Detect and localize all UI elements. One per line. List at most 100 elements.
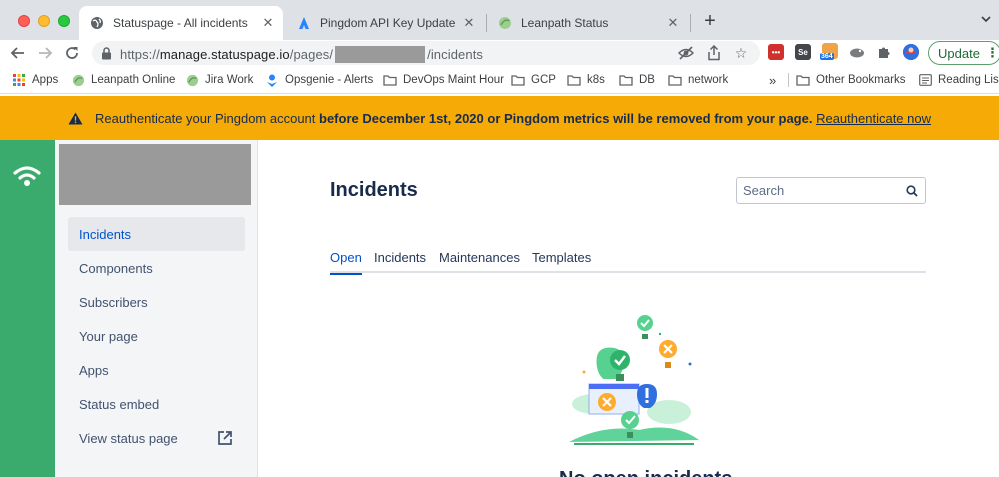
close-tab-icon[interactable]: ✕ (664, 14, 682, 32)
tab-templates[interactable]: Templates (532, 250, 591, 273)
bookmark-label: Jira Work (205, 74, 254, 86)
page-title: Incidents (330, 179, 418, 201)
leanpath-icon (71, 73, 85, 87)
lastpass-extension-icon[interactable]: ••• (768, 44, 784, 60)
close-tab-icon[interactable]: ✕ (460, 14, 478, 32)
tab-title: Pingdom API Key Update (320, 16, 456, 30)
statuspage-logo-icon[interactable] (13, 165, 41, 192)
search-icon[interactable] (906, 184, 918, 202)
tab-title: Leanpath Status (521, 16, 609, 30)
main-content: Incidents Open Incidents Maintenances Te… (259, 140, 999, 477)
bookmark-label: k8s (587, 74, 605, 86)
bookmarks-overflow-button[interactable]: » (769, 72, 776, 88)
bookmark-label: Opsgenie - Alerts (285, 74, 374, 86)
browser-toolbar: https://manage.statuspage.io/pages//inci… (0, 40, 999, 66)
lock-icon[interactable] (101, 47, 112, 65)
folder-icon (567, 73, 581, 87)
folder-icon (619, 73, 633, 87)
tab-search-chevron-icon[interactable] (980, 13, 992, 28)
browser-tab-statuspage[interactable]: Statuspage - All incidents ✕ (79, 6, 283, 40)
sidebar-item-your-page[interactable]: Your page (68, 319, 245, 353)
mascot-extension-icon[interactable] (849, 44, 865, 60)
tab-open[interactable]: Open (330, 250, 362, 275)
selenium-extension-icon[interactable]: Se (795, 44, 811, 60)
banner-text: Reauthenticate your Pingdom account (94, 110, 320, 126)
sidebar-item-label: Components (79, 260, 153, 276)
window-zoom-button[interactable] (58, 15, 70, 27)
sidebar-item-status-embed[interactable]: Status embed (68, 387, 245, 421)
search-box[interactable] (736, 177, 926, 204)
folder-icon (668, 73, 682, 87)
bookmark-star-icon[interactable]: ☆ (733, 45, 749, 61)
reading-list-icon (918, 73, 932, 87)
share-icon[interactable] (706, 45, 722, 61)
redacted-page-id (335, 46, 426, 63)
sidebar-item-label: View status page (79, 430, 178, 446)
redacted-page-logo[interactable] (59, 144, 251, 205)
folder-icon (383, 73, 397, 87)
bookmark-label: GCP (531, 74, 556, 86)
bookmark-opsgenie-alerts[interactable]: Opsgenie - Alerts (265, 72, 373, 88)
back-button[interactable] (8, 42, 28, 64)
reauthenticate-now-link[interactable]: Reauthenticate now (816, 111, 931, 126)
folder-icon (796, 73, 810, 87)
tab-title: Statuspage - All incidents (113, 16, 248, 30)
bookmark-gcp[interactable]: GCP (511, 72, 556, 88)
tab-maintenances[interactable]: Maintenances (439, 250, 520, 273)
folder-icon (511, 73, 525, 87)
close-tab-icon[interactable]: ✕ (259, 14, 277, 32)
sidebar-item-apps[interactable]: Apps (68, 353, 245, 387)
address-bar[interactable]: https://manage.statuspage.io/pages//inci… (92, 41, 760, 65)
app-left-rail (0, 140, 55, 477)
balloons-illustration (569, 315, 699, 445)
extension-badge: 364 (820, 53, 834, 60)
reload-button[interactable] (62, 42, 82, 64)
eye-off-icon[interactable] (678, 45, 694, 61)
update-label: Update (938, 45, 980, 61)
feed-extension-icon[interactable]: 364 (820, 43, 838, 60)
window-close-button[interactable] (18, 15, 30, 27)
bookmark-jira-work[interactable]: Jira Work (185, 72, 253, 88)
bookmark-label: Other Bookmarks (816, 74, 906, 86)
sidebar-item-label: Apps (79, 362, 109, 378)
banner-deadline-text: before December 1st, 2020 or Pingdom met… (319, 110, 813, 126)
new-tab-button[interactable]: + (700, 11, 720, 31)
reading-list-button[interactable]: Reading List (918, 72, 999, 88)
bookmark-k8s[interactable]: k8s (567, 72, 605, 88)
empty-state-title: No open incidents (559, 468, 732, 477)
bookmark-label: Apps (32, 74, 59, 86)
bookmark-leanpath-online[interactable]: Leanpath Online (71, 72, 175, 88)
bookmark-label: DevOps Maint Hour (403, 74, 504, 86)
leanpath-icon (185, 73, 199, 87)
bookmark-other-bookmarks[interactable]: Other Bookmarks (796, 72, 905, 88)
tab-separator (690, 14, 691, 32)
sidebar: Incidents Components Subscribers Your pa… (55, 140, 258, 477)
extensions-puzzle-icon[interactable] (876, 44, 892, 60)
bookmark-network[interactable]: network (668, 72, 728, 88)
browser-tab-leanpath[interactable]: Leanpath Status ✕ (487, 6, 688, 40)
opsgenie-icon (265, 73, 279, 87)
update-browser-button[interactable]: Update ⋮ (928, 41, 999, 65)
sidebar-item-label: Your page (79, 328, 138, 344)
search-input[interactable] (737, 178, 902, 203)
sidebar-item-subscribers[interactable]: Subscribers (68, 285, 245, 319)
bookmark-apps[interactable]: Apps (12, 72, 58, 88)
bookmark-db[interactable]: DB (619, 72, 655, 88)
browser-tab-pingdom[interactable]: Pingdom API Key Update ✕ (286, 6, 484, 40)
window-minimize-button[interactable] (38, 15, 50, 27)
tab-incidents[interactable]: Incidents (374, 250, 426, 273)
bookmark-devops-maint-hour[interactable]: DevOps Maint Hour (383, 72, 504, 88)
sidebar-item-incidents[interactable]: Incidents (68, 217, 245, 251)
forward-button[interactable] (35, 42, 55, 64)
sidebar-item-view-status-page[interactable]: View status page (68, 421, 245, 455)
globe-icon (89, 15, 105, 31)
sidebar-item-label: Incidents (79, 226, 132, 242)
bookmarks-separator (788, 73, 789, 87)
reauth-warning-banner: Reauthenticate your Pingdom account befo… (0, 96, 999, 140)
incident-tabs: Open Incidents Maintenances Templates (330, 250, 926, 275)
sidebar-item-components[interactable]: Components (68, 251, 245, 285)
bookmark-label: Leanpath Online (91, 74, 176, 86)
bookmark-label: network (688, 74, 729, 86)
sidebar-item-label: Subscribers (79, 294, 148, 310)
profile-avatar[interactable] (903, 44, 919, 60)
